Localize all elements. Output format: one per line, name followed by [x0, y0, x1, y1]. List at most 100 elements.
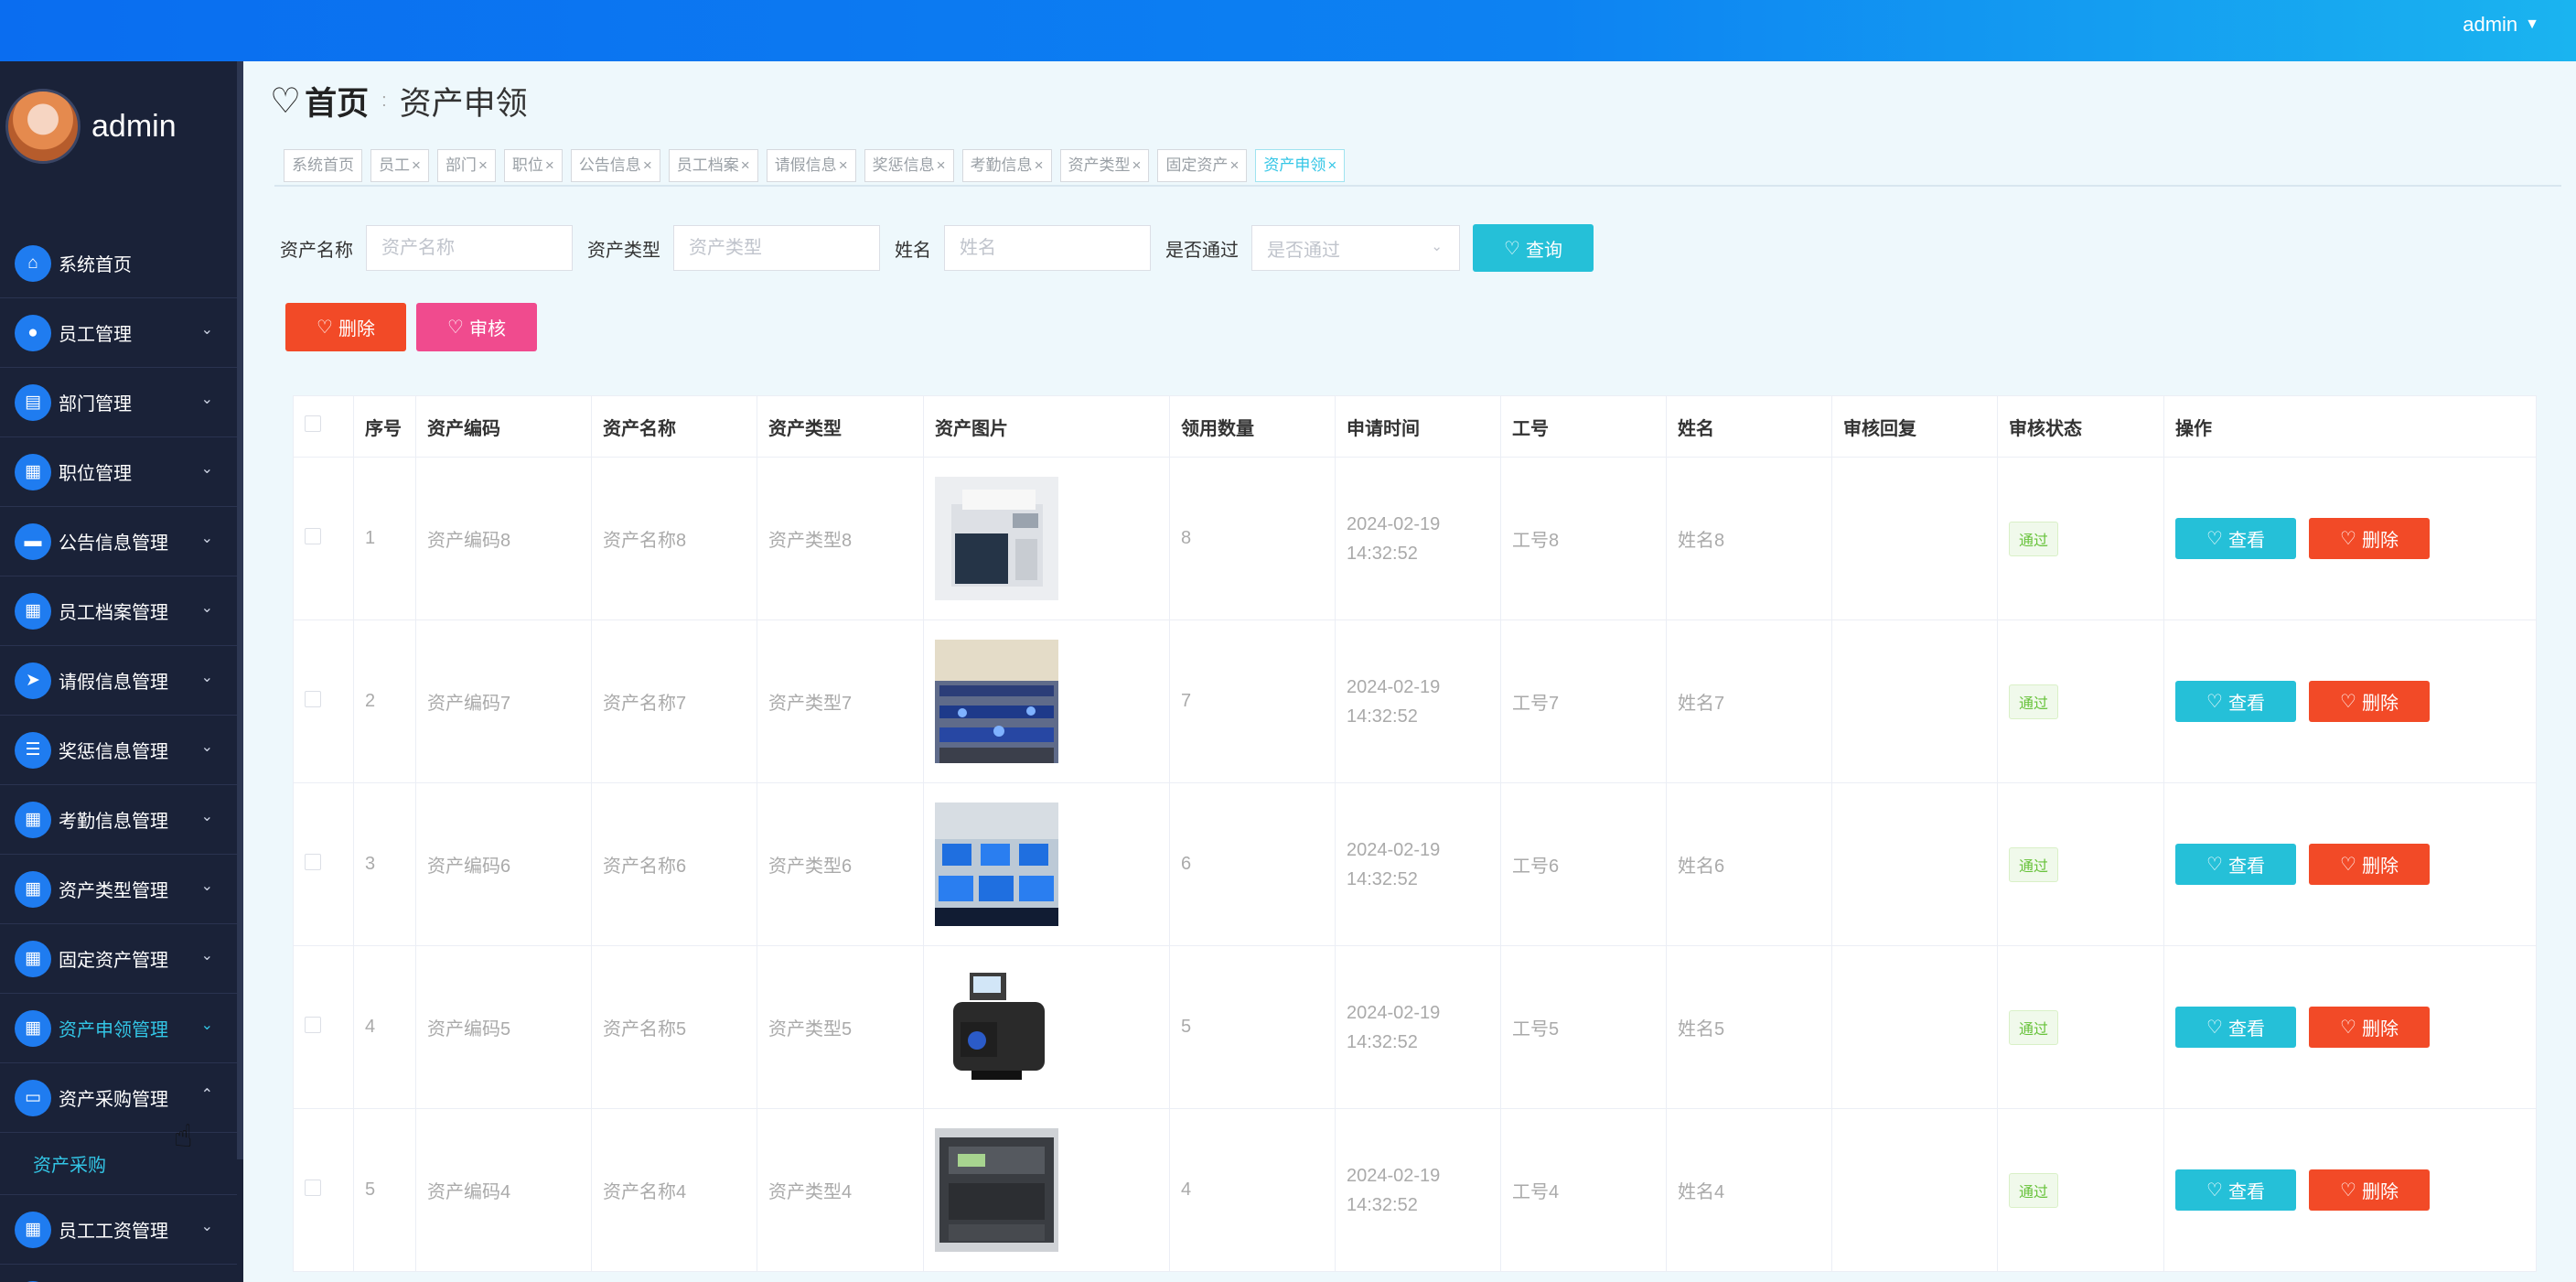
apps-icon: ▦ [15, 801, 51, 838]
user-menu[interactable]: admin ▼ [2463, 13, 2539, 37]
cell-reply [1831, 782, 1998, 946]
grid-icon: ▦ [15, 870, 51, 908]
row-checkbox[interactable] [305, 1179, 321, 1196]
bulk-delete-button[interactable]: ♡ 删除 [285, 303, 406, 351]
sidebar-item[interactable]: ▦ 资产申领管理 ⌄ [0, 994, 237, 1063]
tab-label: 资产申领 [1263, 156, 1326, 174]
row-select-cell [293, 1108, 354, 1272]
close-icon[interactable]: × [643, 156, 652, 174]
cell-reply [1831, 1108, 1998, 1272]
sidebar-item[interactable]: ⌂ 系统首页 [0, 229, 237, 298]
bulk-delete-label: 删除 [338, 319, 375, 339]
close-icon[interactable]: × [741, 156, 750, 174]
breadcrumb-home[interactable]: 首页 [305, 78, 369, 124]
view-button[interactable]: ♡ 查看 [2175, 1169, 2296, 1211]
cell-qty: 4 [1169, 1108, 1336, 1272]
sidebar-item[interactable]: ▦ 职位管理 ⌄ [0, 437, 237, 507]
cell-type: 资产类型4 [757, 1108, 924, 1272]
cell-qty: 5 [1169, 945, 1336, 1109]
grid-icon: ▦ [15, 1009, 51, 1047]
cell-no: 4 [353, 945, 416, 1109]
asset-type-input[interactable] [673, 225, 880, 271]
chevron-down-icon: ⌄ [1431, 239, 1443, 254]
sidebar-subitem-asset-purchase[interactable]: 资产采购 [0, 1133, 237, 1195]
tab-9[interactable]: 资产类型 × [1059, 149, 1150, 182]
sidebar-item[interactable]: ▤ 部门管理 ⌄ [0, 368, 237, 437]
tab-2[interactable]: 部门 × [436, 149, 496, 182]
tab-6[interactable]: 请假信息 × [766, 149, 856, 182]
tab-5[interactable]: 员工档案 × [668, 149, 758, 182]
table-row: 5 资产编码4 资产名称4 资产类型4 4 2024-02-19 14:32:52 工号4 姓… [293, 1108, 2537, 1272]
cell-emp-no: 工号5 [1500, 945, 1667, 1109]
tab-8[interactable]: 考勤信息 × [961, 149, 1052, 182]
row-delete-button[interactable]: ♡ 删除 [2309, 518, 2430, 559]
cell-actions: ♡ 查看 ♡ 删除 [2163, 782, 2537, 946]
cell-code: 资产编码4 [415, 1108, 592, 1272]
view-button[interactable]: ♡ 查看 [2175, 1007, 2296, 1048]
table-header-row: 序号 资产编码 资产名称 资产类型 资产图片 领用数量 申请时间 工号 姓名 审核回复 审核状态 操作 [293, 395, 2537, 458]
asset-image[interactable] [935, 965, 1058, 1089]
close-icon[interactable]: × [1327, 156, 1336, 174]
chevron-icon: ⌄ [200, 461, 213, 477]
row-checkbox[interactable] [305, 690, 321, 707]
sidebar-item[interactable]: ▦财务信息管理⌄ [0, 1265, 237, 1282]
row-checkbox[interactable] [305, 1016, 321, 1033]
close-icon[interactable]: × [1035, 156, 1044, 174]
sidebar-item[interactable]: ▦ 员工档案管理 ⌄ [0, 576, 237, 646]
row-delete-button[interactable]: ♡ 删除 [2309, 844, 2430, 885]
tab-4[interactable]: 公告信息 × [570, 149, 660, 182]
row-checkbox[interactable] [305, 853, 321, 870]
view-button[interactable]: ♡ 查看 [2175, 844, 2296, 885]
tab-1[interactable]: 员工 × [370, 149, 429, 182]
cell-type: 资产类型6 [757, 782, 924, 946]
row-checkbox[interactable] [305, 527, 321, 544]
top-bar: admin ▼ [0, 0, 2576, 61]
pass-select[interactable]: 是否通过 ⌄ [1251, 225, 1460, 271]
select-all-cell [293, 395, 354, 458]
query-button[interactable]: ♡ 查询 [1473, 224, 1594, 272]
audit-button[interactable]: ♡ 审核 [416, 303, 537, 351]
close-icon[interactable]: × [545, 156, 554, 174]
tab-10[interactable]: 固定资产 × [1157, 149, 1248, 182]
row-delete-button[interactable]: ♡ 删除 [2309, 1169, 2430, 1211]
close-icon[interactable]: × [412, 156, 421, 174]
close-icon[interactable]: × [1229, 156, 1239, 174]
ticket-icon: ▬ [15, 522, 51, 560]
row-delete-button[interactable]: ♡ 删除 [2309, 681, 2430, 722]
profile: admin [5, 89, 177, 164]
cell-type: 资产类型7 [757, 619, 924, 783]
tab-label: 请假信息 [774, 156, 837, 174]
sidebar-item[interactable]: ▬ 公告信息管理 ⌄ [0, 507, 237, 576]
asset-image[interactable] [935, 640, 1058, 763]
asset-name-input[interactable] [366, 225, 573, 271]
cell-image [923, 782, 1170, 946]
close-icon[interactable]: × [1132, 156, 1142, 174]
column-header: 资产类型 [757, 395, 924, 458]
row-delete-button[interactable]: ♡ 删除 [2309, 1007, 2430, 1048]
close-icon[interactable]: × [937, 156, 946, 174]
tab-3[interactable]: 职位 × [503, 149, 563, 182]
view-button[interactable]: ♡ 查看 [2175, 681, 2296, 722]
tab-11[interactable]: 资产申领 × [1255, 149, 1346, 182]
sidebar-item[interactable]: ☰ 奖惩信息管理 ⌄ [0, 716, 237, 785]
close-icon[interactable]: × [839, 156, 848, 174]
tab-0[interactable]: 系统首页 [284, 149, 362, 182]
sidebar-scrollbar[interactable] [237, 61, 243, 1159]
asset-image[interactable] [935, 477, 1058, 600]
sidebar-item[interactable]: ▦ 考勤信息管理 ⌄ [0, 785, 237, 855]
sidebar-item[interactable]: ▭ 资产采购管理 ⌃ [0, 1063, 237, 1133]
view-button[interactable]: ♡ 查看 [2175, 518, 2296, 559]
tab-7[interactable]: 奖惩信息 × [864, 149, 954, 182]
view-label: 查看 [2227, 694, 2265, 714]
sidebar-item[interactable]: ● 员工管理 ⌄ [0, 298, 237, 368]
asset-image[interactable] [935, 1128, 1058, 1252]
cell-status: 通过 [1997, 782, 2164, 946]
sidebar-item[interactable]: ➤ 请假信息管理 ⌄ [0, 646, 237, 716]
sidebar-item[interactable]: ▦ 资产类型管理 ⌄ [0, 855, 237, 924]
sidebar-item[interactable]: ▦ 固定资产管理 ⌄ [0, 924, 237, 994]
sidebar-item[interactable]: ▦ 员工工资管理 ⌄ [0, 1195, 237, 1265]
select-all-checkbox[interactable] [305, 415, 321, 432]
close-icon[interactable]: × [478, 156, 488, 174]
person-name-input[interactable] [944, 225, 1151, 271]
asset-image[interactable] [935, 803, 1058, 926]
